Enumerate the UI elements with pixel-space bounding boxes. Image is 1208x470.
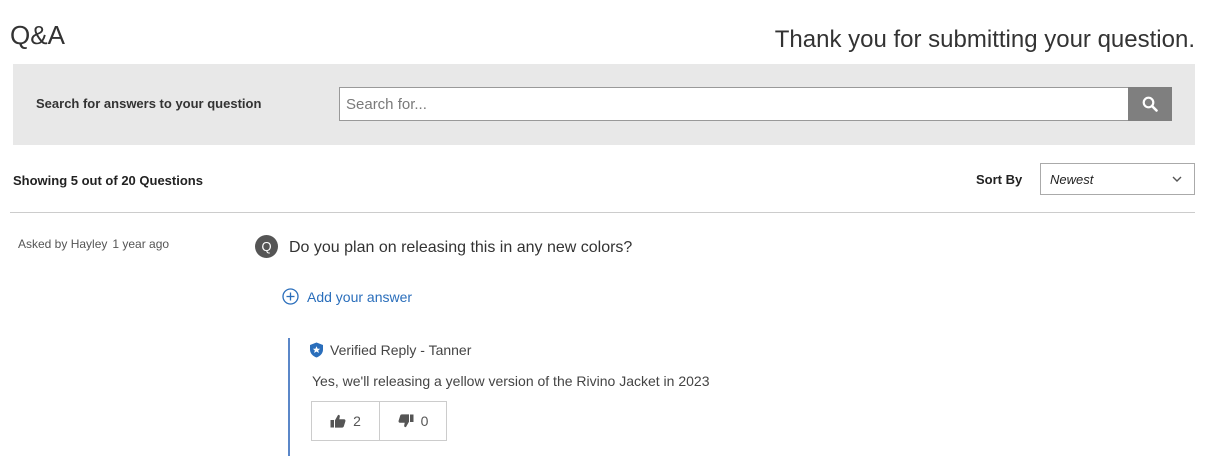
verified-reply-label: Verified Reply - Tanner bbox=[330, 342, 472, 358]
search-button[interactable] bbox=[1128, 87, 1172, 121]
answer-text: Yes, we'll releasing a yellow version of… bbox=[312, 373, 710, 389]
vote-buttons: 2 0 bbox=[311, 401, 447, 441]
sort-by-label: Sort By bbox=[976, 172, 1023, 187]
plus-circle-icon bbox=[282, 288, 299, 305]
sort-selected-value: Newest bbox=[1050, 171, 1094, 187]
question-badge: Q bbox=[255, 235, 278, 258]
search-label: Search for answers to your question bbox=[36, 96, 262, 111]
search-input[interactable] bbox=[339, 87, 1129, 121]
asked-when: 1 year ago bbox=[112, 237, 170, 251]
downvote-count: 0 bbox=[420, 413, 429, 429]
verified-reply-header: Verified Reply - Tanner bbox=[309, 342, 471, 358]
asked-by: Asked by Hayley bbox=[18, 237, 108, 251]
divider bbox=[10, 212, 1195, 213]
reply-border bbox=[288, 338, 290, 456]
thumbs-down-icon bbox=[398, 414, 414, 428]
search-icon bbox=[1142, 96, 1158, 112]
results-summary: Showing 5 out of 20 Questions bbox=[13, 173, 203, 188]
question-text: Do you plan on releasing this in any new… bbox=[289, 239, 633, 256]
sort-select[interactable]: Newest bbox=[1040, 163, 1195, 195]
question-meta: Asked by Hayley 1 year ago bbox=[18, 237, 169, 251]
verified-shield-icon bbox=[310, 342, 323, 358]
chevron-down-icon bbox=[1172, 176, 1182, 182]
upvote-button[interactable]: 2 bbox=[312, 402, 379, 440]
downvote-button[interactable]: 0 bbox=[379, 402, 446, 440]
submission-confirmation: Thank you for submitting your question. bbox=[774, 26, 1195, 53]
search-bar: Search for answers to your question bbox=[13, 64, 1195, 145]
add-answer-link[interactable]: Add your answer bbox=[282, 288, 412, 305]
thumbs-up-icon bbox=[330, 414, 346, 428]
page-title: Q&A bbox=[10, 20, 65, 50]
upvote-count: 2 bbox=[353, 413, 361, 429]
add-answer-label: Add your answer bbox=[307, 288, 413, 305]
